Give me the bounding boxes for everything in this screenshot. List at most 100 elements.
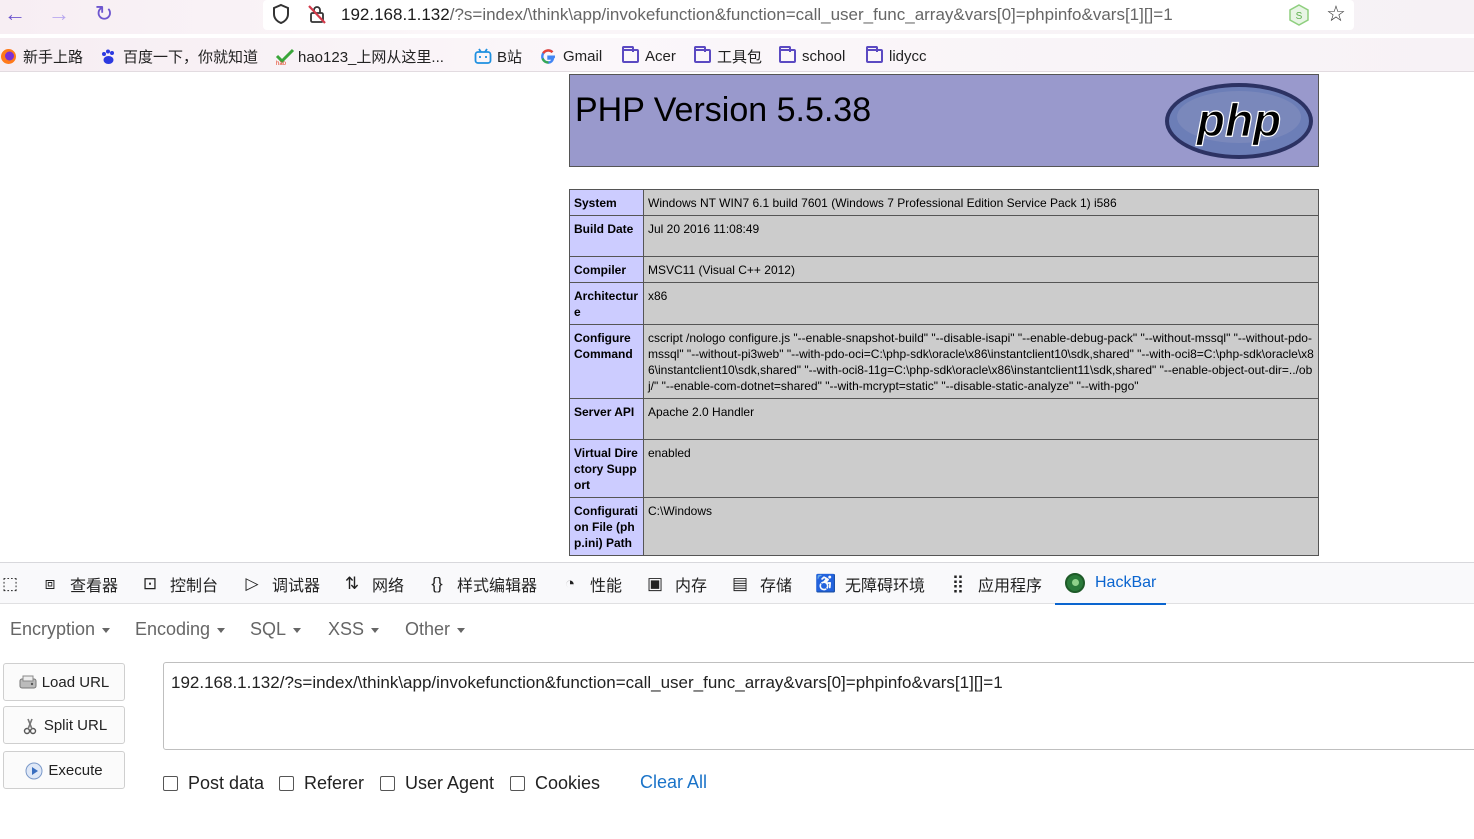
tab-hackbar[interactable]: HackBar	[1055, 563, 1167, 605]
bookmark-item[interactable]: 新手上路	[0, 46, 83, 66]
bookmark-folder[interactable]: 工具包	[694, 46, 762, 66]
tab-style-editor[interactable]: {} 样式编辑器	[427, 563, 537, 605]
post-data-checkbox[interactable]: Post data	[163, 772, 264, 794]
table-row: Virtual Directory Support enabled	[569, 439, 1319, 498]
load-url-button[interactable]: Load URL	[3, 663, 125, 701]
bookmark-item[interactable]: 百度一下，你就知道	[100, 46, 258, 66]
tab-memory[interactable]: ▣ 内存	[645, 563, 707, 605]
bookmark-item[interactable]: B站	[474, 46, 522, 66]
devtools-tab-bar: ⬚ ⧈ 查看器 ⊡ 控制台 ▷ 调试器 ⇅ 网络 {} 样式编辑器 ◔ 性能 ▣…	[0, 562, 1474, 605]
extension-icon[interactable]: S	[1287, 3, 1311, 27]
checkbox[interactable]	[163, 775, 178, 791]
bookmark-label: 新手上路	[23, 48, 84, 66]
tab-storage[interactable]: ▤ 存储	[730, 563, 792, 605]
row-value: Jul 20 2016 11:08:49	[643, 215, 1319, 257]
row-key: Virtual Directory Support	[569, 439, 644, 498]
row-key: System	[569, 189, 644, 216]
tab-network[interactable]: ⇅ 网络	[342, 563, 404, 605]
forward-arrow-icon[interactable]: →	[46, 2, 72, 28]
chevron-down-icon	[293, 627, 302, 633]
clear-all-link[interactable]: Clear All	[640, 772, 707, 793]
performance-icon: ◔	[564, 574, 576, 593]
tab-console[interactable]: ⊡ 控制台	[140, 563, 218, 605]
style-editor-icon: {}	[431, 574, 443, 593]
url-textarea[interactable]: 192.168.1.132/?s=index/\think\app/invoke…	[163, 662, 1474, 750]
reload-icon[interactable]: ↻	[91, 2, 117, 28]
folder-icon	[694, 46, 711, 63]
url-text[interactable]: 192.168.1.132/?s=index/\think\app/invoke…	[341, 4, 1173, 26]
load-url-label: Load URL	[41, 673, 110, 691]
checkbox[interactable]	[279, 775, 294, 791]
shield-icon[interactable]	[269, 3, 293, 27]
google-icon	[540, 48, 557, 65]
php-logo[interactable]: php	[1164, 81, 1314, 161]
bookmark-folder[interactable]: Acer	[622, 46, 676, 66]
tab-label: 存储	[760, 578, 793, 595]
menu-label: SQL	[250, 619, 287, 639]
load-url-icon	[19, 674, 37, 690]
play-icon	[25, 762, 43, 780]
bookmark-label: B站	[497, 48, 523, 66]
browser-window: ← → ↻ 192.168.1.132/?s=index/\think\app/…	[0, 0, 1474, 839]
accessibility-icon: ♿	[815, 574, 837, 593]
tab-label: 调试器	[272, 578, 321, 595]
bookmark-folder[interactable]: school	[779, 46, 845, 66]
row-key: Configuration File (php.ini) Path	[569, 497, 644, 556]
table-row: System Windows NT WIN7 6.1 build 7601 (Wi…	[569, 189, 1319, 216]
folder-icon	[866, 46, 883, 63]
row-value: MSVC11 (Visual C++ 2012)	[643, 256, 1319, 283]
row-key: Build Date	[569, 215, 644, 257]
folder-icon	[779, 46, 796, 63]
tab-application[interactable]: ⣿ 应用程序	[948, 563, 1042, 605]
tab-debugger[interactable]: ▷ 调试器	[242, 563, 320, 605]
url-host: 192.168.1.132	[341, 5, 450, 24]
tab-label: 应用程序	[978, 578, 1043, 595]
scissors-icon	[21, 717, 39, 735]
bookmark-item[interactable]: Gmail	[540, 46, 602, 66]
table-row: Configure Command cscript /nologo configu…	[569, 324, 1319, 399]
tab-label: HackBar	[1095, 574, 1157, 591]
execute-button[interactable]: Execute	[3, 751, 125, 789]
bookmark-star-icon[interactable]: ☆	[1323, 1, 1349, 27]
tab-inspector[interactable]: ⧈ 查看器	[40, 563, 118, 605]
split-url-label: Split URL	[43, 716, 108, 734]
menu-sql[interactable]: SQL	[250, 619, 302, 640]
back-arrow-icon[interactable]: ←	[2, 2, 28, 28]
referer-checkbox[interactable]: Referer	[279, 772, 364, 794]
tab-label: 网络	[372, 578, 405, 595]
chevron-down-icon	[457, 627, 466, 633]
checkbox[interactable]	[380, 775, 395, 791]
bookmark-label: lidycc	[889, 47, 927, 65]
menu-encoding[interactable]: Encoding	[135, 619, 226, 640]
debugger-icon: ▷	[245, 574, 259, 593]
menu-encryption[interactable]: Encryption	[10, 619, 111, 640]
tab-label: 控制台	[170, 578, 219, 595]
page-title: PHP Version 5.5.38	[575, 91, 872, 129]
tab-accessibility[interactable]: ♿ 无障碍环境	[815, 563, 925, 605]
cookies-checkbox[interactable]: Cookies	[510, 772, 600, 794]
php-version-header: PHP Version 5.5.38 php	[569, 74, 1319, 167]
bookmark-label: school	[802, 47, 846, 65]
checkbox-label: Referer	[304, 772, 365, 793]
php-logo-text: php	[1195, 94, 1281, 146]
tab-label: 性能	[590, 578, 623, 595]
menu-other[interactable]: Other	[405, 619, 466, 640]
checkbox-label: Cookies	[535, 772, 601, 793]
bookmark-folder[interactable]: lidycc	[866, 46, 927, 66]
row-key: Configure Command	[569, 324, 644, 399]
bookmark-item[interactable]: hao hao123_上网从这里...	[275, 46, 444, 67]
bilibili-icon	[474, 48, 492, 65]
checkbox-label: Post data	[188, 772, 265, 793]
address-bar[interactable]: 192.168.1.132/?s=index/\think\app/invoke…	[263, 0, 1354, 30]
insecure-lock-icon[interactable]	[305, 3, 329, 27]
tab-performance[interactable]: ◔ 性能	[560, 563, 622, 605]
element-picker-button[interactable]: ⬚	[0, 563, 20, 605]
element-picker-icon: ⬚	[1, 574, 19, 593]
browser-toolbar: ← → ↻ 192.168.1.132/?s=index/\think\app/…	[0, 0, 1474, 34]
menu-xss[interactable]: XSS	[328, 619, 380, 640]
checkbox[interactable]	[510, 775, 525, 791]
hackbar-menu-bar: Encryption Encoding SQL XSS Other	[0, 605, 1474, 655]
table-row: Configuration File (php.ini) Path C:\Wind…	[569, 497, 1319, 556]
split-url-button[interactable]: Split URL	[3, 706, 125, 744]
user-agent-checkbox[interactable]: User Agent	[380, 772, 494, 794]
